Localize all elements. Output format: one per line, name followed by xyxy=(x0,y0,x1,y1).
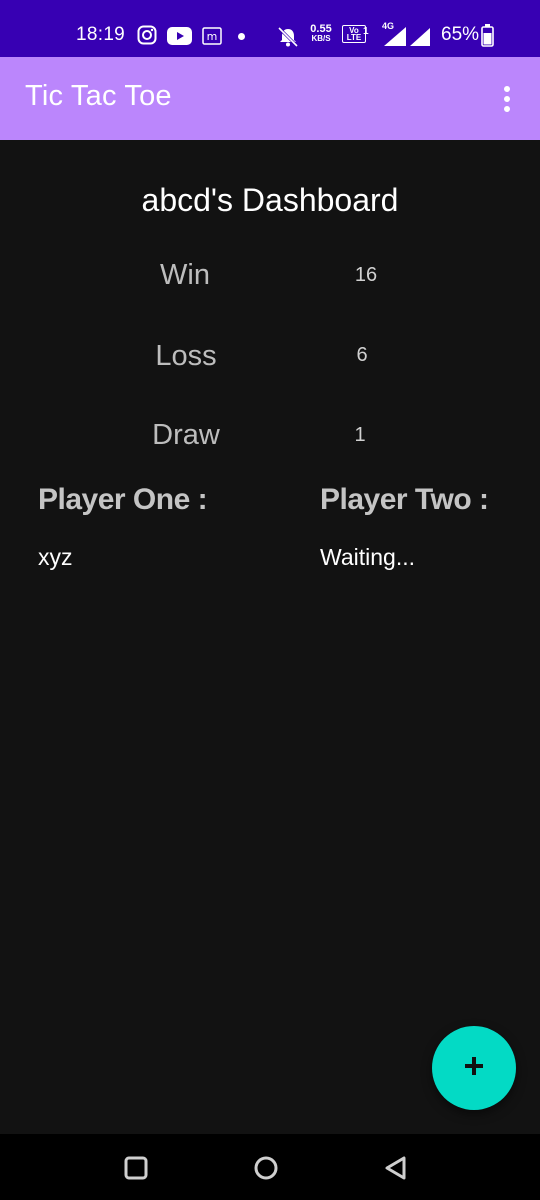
back-button[interactable] xyxy=(382,1154,410,1182)
notification-dot-icon xyxy=(238,33,245,40)
system-nav-bar xyxy=(0,1134,540,1200)
win-value: 16 xyxy=(354,264,378,286)
player-one-heading: Player One : xyxy=(38,483,208,516)
menu-dot xyxy=(504,106,510,112)
loss-label: Loss xyxy=(155,340,217,372)
circle-icon xyxy=(254,1156,278,1180)
app-title: Tic Tac Toe xyxy=(25,80,172,112)
mute-bell-icon xyxy=(277,26,299,53)
player-two-name: Waiting... xyxy=(320,544,416,570)
svg-text:m: m xyxy=(207,30,218,43)
network-speed-unit: KB/S xyxy=(311,34,331,43)
square-icon xyxy=(124,1156,148,1180)
instagram-icon xyxy=(137,25,157,50)
status-time: 18:19 xyxy=(76,24,126,45)
volte-bottom-text: LTE xyxy=(346,33,362,42)
sim-slot-label: 1 xyxy=(363,26,369,37)
messenger-icon: m xyxy=(202,27,222,50)
back-triangle-icon xyxy=(385,1156,406,1180)
draw-label: Draw xyxy=(152,419,220,451)
network-speed: 0.55 KB/S xyxy=(307,24,335,44)
menu-dot xyxy=(504,86,510,92)
status-bar: 18:19 m 0.55 KB/S Vo LTE 1 4G 65% xyxy=(0,0,540,57)
network-speed-value: 0.55 xyxy=(310,23,332,35)
loss-value: 6 xyxy=(356,344,368,366)
battery-icon xyxy=(481,24,494,52)
battery-percent: 65% xyxy=(441,24,480,45)
recents-button[interactable] xyxy=(122,1154,150,1182)
youtube-icon xyxy=(167,27,192,50)
signal-icon xyxy=(382,27,432,52)
draw-value: 1 xyxy=(354,424,366,446)
win-label: Win xyxy=(160,259,210,291)
new-game-fab-button[interactable] xyxy=(432,1026,516,1110)
player-one-name: xyz xyxy=(38,544,73,570)
home-button[interactable] xyxy=(252,1154,280,1182)
dashboard-title: abcd's Dashboard xyxy=(141,182,399,218)
plus-icon xyxy=(463,1055,485,1082)
app-bar: Tic Tac Toe xyxy=(0,57,540,140)
more-vert-icon[interactable] xyxy=(492,83,522,115)
menu-dot xyxy=(504,96,510,102)
player-two-heading: Player Two : xyxy=(320,483,489,516)
